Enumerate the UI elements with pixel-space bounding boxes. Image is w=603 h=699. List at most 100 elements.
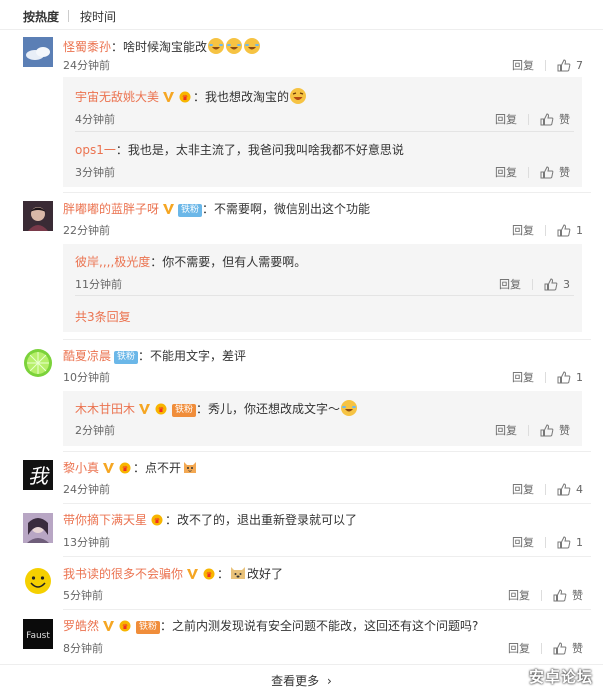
reply-button[interactable]: 回复	[495, 422, 517, 438]
comment-time: 10分钟前	[63, 371, 110, 384]
reply-box: 彼岸,,,,极光度：你不需要，但有人需要啊。 11分钟前 回复 3 共3条回复	[63, 244, 582, 332]
tab-separator	[68, 10, 69, 22]
thumbs-up-icon	[557, 223, 571, 236]
like-button[interactable]: 4	[557, 483, 583, 496]
vip-crown-icon: ♛	[119, 620, 131, 632]
watermark: 安卓论坛	[528, 668, 593, 686]
thumbs-up-icon	[557, 482, 571, 495]
divider	[75, 131, 574, 132]
fan-badge: 铁粉	[136, 621, 161, 634]
username[interactable]: 酷夏凉晨	[63, 349, 111, 363]
like-button[interactable]: 1	[557, 224, 583, 237]
avatar[interactable]	[23, 201, 53, 231]
reply-box: 宇宙无敌姚大美 ♛ ：我也想改淘宝的 4分钟前 回复 赞 ops1一：我也是，太非主…	[63, 77, 582, 187]
like-button[interactable]: 赞	[553, 640, 583, 656]
reply-button[interactable]: 回复	[512, 534, 534, 550]
like-button[interactable]: 7	[557, 59, 583, 72]
reply-button[interactable]: 回复	[508, 640, 530, 656]
username[interactable]: 胖嘟嘟的蓝胖子呀	[63, 202, 159, 216]
load-more-button[interactable]: 查看更多 ›	[0, 664, 603, 699]
thumbs-up-icon	[553, 641, 567, 654]
like-button[interactable]: 赞	[553, 587, 583, 603]
username[interactable]: 黎小真	[63, 461, 99, 475]
reply-button[interactable]: 回复	[508, 587, 530, 603]
vip-crown-icon: ♛	[155, 403, 167, 415]
reply-time: 11分钟前	[75, 278, 122, 291]
verified-v-icon	[139, 404, 151, 414]
vip-crown-icon: ♛	[203, 568, 215, 580]
reply-button[interactable]: 回复	[512, 369, 534, 385]
reply-username[interactable]: ops1一	[75, 143, 116, 157]
verified-v-icon	[103, 463, 115, 473]
comment-time: 8分钟前	[63, 642, 103, 655]
like-count: 赞	[559, 424, 570, 437]
reply-button[interactable]: 回复	[495, 164, 517, 180]
like-count: 赞	[559, 166, 570, 179]
verified-v-icon	[103, 621, 115, 631]
avatar[interactable]	[23, 348, 53, 378]
reply-button[interactable]: 回复	[512, 481, 534, 497]
like-button[interactable]: 1	[557, 536, 583, 549]
like-count: 1	[576, 223, 583, 237]
svg-text:Faust: Faust	[26, 631, 50, 641]
like-button[interactable]: 1	[557, 371, 583, 384]
tab-hot[interactable]: 按热度	[23, 8, 59, 25]
reply-username[interactable]: 彼岸,,,,极光度	[75, 255, 150, 269]
reply-username[interactable]: 宇宙无敌姚大美	[75, 90, 159, 104]
like-button[interactable]: 3	[544, 278, 570, 291]
username[interactable]: 带你摘下满天星	[63, 513, 147, 527]
reply-button[interactable]: 回复	[512, 57, 534, 73]
reply-text: 我也是，太非主流了，我爸问我叫啥我都不好意思说	[127, 143, 404, 157]
thumbs-up-icon	[557, 58, 571, 71]
like-count: 7	[576, 58, 583, 72]
divider	[63, 503, 591, 504]
avatar[interactable]	[23, 37, 53, 67]
vip-crown-icon: ♛	[179, 91, 191, 103]
svg-text:♛: ♛	[206, 571, 212, 579]
cat-emoji-icon	[184, 462, 197, 473]
verified-v-icon	[187, 569, 199, 579]
avatar[interactable]	[23, 566, 53, 596]
reply-button[interactable]: 回复	[512, 222, 534, 238]
fan-badge: 铁粉	[172, 404, 197, 417]
svg-text:♛: ♛	[154, 517, 160, 525]
like-button[interactable]: 赞	[540, 422, 570, 438]
like-count: 赞	[572, 589, 583, 602]
avatar[interactable]	[23, 513, 53, 543]
reply-button[interactable]: 回复	[495, 111, 517, 127]
reply-text: 你不需要，但有人需要啊。	[162, 255, 307, 269]
thumbs-up-icon	[544, 277, 558, 290]
divider	[63, 339, 591, 340]
avatar[interactable]: Faust	[23, 619, 53, 649]
thumbs-up-icon	[540, 165, 554, 178]
avatar[interactable]: 我	[23, 460, 53, 490]
comment-time: 13分钟前	[63, 536, 110, 549]
username[interactable]: 罗皓然	[63, 619, 99, 633]
reply-button[interactable]: 回复	[499, 276, 521, 292]
comment-time: 24分钟前	[63, 59, 110, 72]
reply-username[interactable]: 木木甘田木	[75, 402, 135, 416]
reply-box: 木木甘田木 ♛ 铁粉 ：秀儿，你还想改成文字～ 2分钟前 回复 赞	[63, 391, 582, 446]
comment-text: 不需要啊，微信别出这个功能	[214, 202, 371, 216]
divider	[63, 609, 591, 610]
more-replies-link[interactable]: 共3条回复	[75, 308, 131, 325]
thumbs-up-icon	[540, 423, 554, 436]
like-button[interactable]: 赞	[540, 111, 570, 127]
comment-time: 5分钟前	[63, 589, 103, 602]
like-count: 赞	[572, 642, 583, 655]
username[interactable]: 我书读的很多不会骗你	[63, 567, 183, 581]
svg-text:♛: ♛	[122, 623, 128, 631]
reply-text: 秀儿，你还想改成文字～	[208, 402, 341, 416]
comment-text: 啥时候淘宝能改	[123, 40, 208, 54]
comment-text: 改好了	[247, 567, 284, 581]
comment-time: 24分钟前	[63, 483, 110, 496]
load-more-label: 查看更多	[271, 674, 320, 688]
chevron-right-icon: ›	[327, 674, 332, 688]
like-button[interactable]: 赞	[540, 164, 570, 180]
divider	[75, 295, 574, 296]
like-count: 1	[576, 370, 583, 384]
like-count: 1	[576, 535, 583, 549]
username[interactable]: 怪蜀黍孙	[63, 40, 111, 54]
laugh-cry-emoji-icon	[341, 400, 358, 416]
tab-time[interactable]: 按时间	[80, 8, 116, 25]
